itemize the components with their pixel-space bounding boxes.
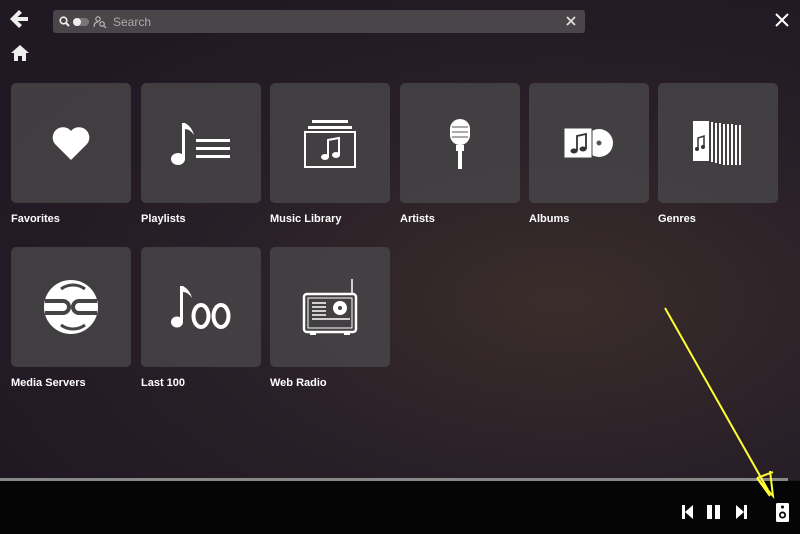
media-server-icon	[44, 280, 98, 334]
microphone-icon	[450, 119, 470, 169]
previous-track-icon[interactable]	[682, 505, 693, 519]
tile-label: Music Library	[270, 213, 342, 225]
tile-label: Last 100	[141, 377, 186, 389]
search-mode-toggle[interactable]	[73, 17, 89, 26]
player-bar	[0, 481, 800, 534]
tile-playlists[interactable]	[141, 83, 261, 203]
tile-label: Genres	[658, 213, 696, 225]
tile-favorites[interactable]	[11, 83, 131, 203]
tile-web-radio[interactable]	[270, 247, 390, 367]
back-arrow-icon[interactable]	[8, 8, 30, 30]
heart-icon	[52, 127, 90, 160]
tile-label: Media Servers	[11, 377, 86, 389]
search-bar[interactable]: Search	[53, 10, 585, 33]
tile-label: Web Radio	[270, 377, 327, 389]
tile-label: Playlists	[141, 213, 186, 225]
pause-icon[interactable]	[707, 505, 721, 519]
search-icon	[59, 16, 70, 27]
tile-artists[interactable]	[400, 83, 520, 203]
radio-icon	[302, 279, 358, 335]
user-search-icon	[93, 15, 107, 28]
tile-label: Artists	[400, 213, 435, 225]
next-track-icon[interactable]	[736, 505, 747, 519]
genres-icon	[693, 121, 741, 165]
speaker-icon[interactable]	[776, 503, 789, 522]
home-icon[interactable]	[10, 44, 30, 62]
album-icon	[564, 128, 613, 158]
tile-media-servers[interactable]	[11, 247, 131, 367]
search-input[interactable]: Search	[113, 15, 151, 29]
tile-albums[interactable]	[529, 83, 649, 203]
background	[0, 0, 800, 480]
playlist-icon	[171, 123, 230, 165]
tile-genres[interactable]	[658, 83, 778, 203]
tile-last-100[interactable]	[141, 247, 261, 367]
clear-search-icon[interactable]	[565, 15, 577, 27]
tile-label: Albums	[529, 213, 570, 225]
close-icon[interactable]	[774, 12, 790, 28]
last-100-icon	[171, 286, 231, 329]
tile-music-library[interactable]	[270, 83, 390, 203]
music-library-icon	[304, 120, 356, 168]
tile-label: Favorites	[11, 213, 60, 225]
